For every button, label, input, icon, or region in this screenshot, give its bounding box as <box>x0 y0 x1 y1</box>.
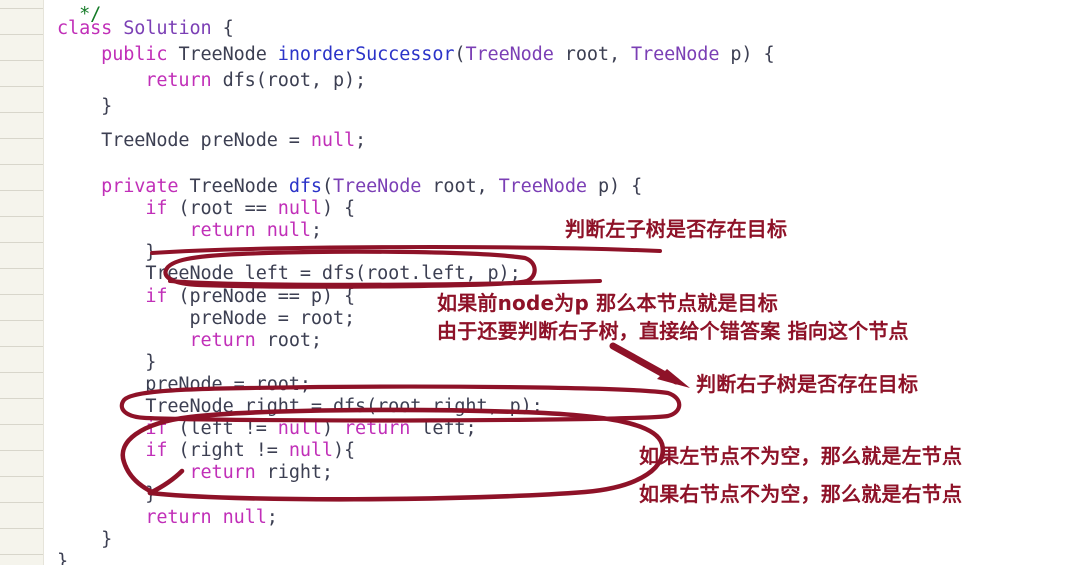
ellipse-null-checks-tail <box>147 468 185 496</box>
code-screenshot: */class Solution { public TreeNode inord… <box>0 0 1079 565</box>
ellipse-left-dfs-call <box>163 249 537 289</box>
handwritten-ink-overlay <box>119 245 690 502</box>
ellipse-null-checks <box>120 407 666 502</box>
underline-left-dfs-call <box>168 279 602 287</box>
